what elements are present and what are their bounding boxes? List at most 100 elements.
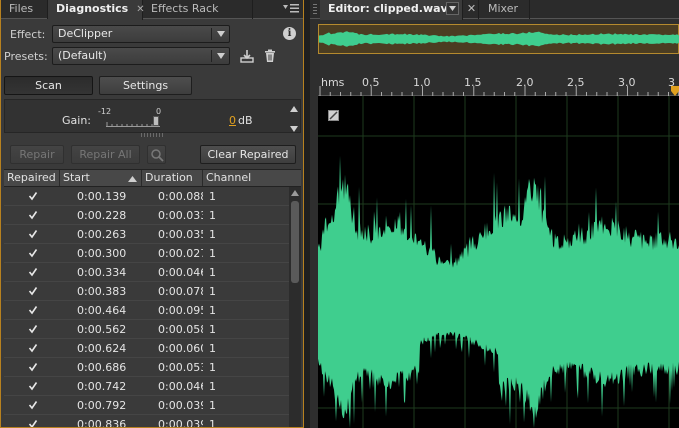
table-row[interactable]: 0:00.836 0:00.039 1 <box>4 415 289 427</box>
close-tab-icon[interactable]: ✕ <box>465 0 479 19</box>
waveform-display[interactable] <box>318 96 679 428</box>
scroll-up-icon[interactable] <box>291 190 299 196</box>
gain-scale-zero: 0 <box>156 107 162 116</box>
trash-icon[interactable] <box>262 48 278 64</box>
panel-grip-icon[interactable] <box>313 4 317 15</box>
table-row[interactable]: 0:00.792 0:00.039 1 <box>4 396 289 415</box>
table-row[interactable]: 0:00.300 0:00.027 1 <box>4 244 289 263</box>
tab-diagnostics-label: Diagnostics <box>56 2 129 15</box>
checkmark-icon[interactable] <box>28 248 38 258</box>
cell-channel: 1 <box>209 304 216 317</box>
sort-ascending-icon <box>128 176 137 182</box>
cell-channel: 1 <box>209 247 216 260</box>
checkmark-icon[interactable] <box>28 343 38 353</box>
scan-button[interactable]: Scan <box>4 76 93 95</box>
column-header-start-label: Start <box>63 171 90 184</box>
checkmark-icon[interactable] <box>28 229 38 239</box>
table-row[interactable]: 0:00.624 0:00.060 1 <box>4 339 289 358</box>
checkmark-icon[interactable] <box>28 419 38 427</box>
checkmark-icon[interactable] <box>28 381 38 391</box>
gain-scale-min: -12 <box>98 107 112 116</box>
scrollbar-thumb[interactable] <box>291 201 299 283</box>
table-row[interactable]: 0:00.464 0:00.095 1 <box>4 301 289 320</box>
checkmark-icon[interactable] <box>28 191 38 201</box>
scroll-down-icon[interactable] <box>290 122 298 132</box>
cell-start: 0:00.792 <box>77 399 127 412</box>
overview-waveform <box>319 31 679 47</box>
table-row[interactable]: 0:00.139 0:00.088 1 <box>4 187 289 206</box>
cell-duration: 0:00.039 <box>158 399 203 412</box>
tab-files[interactable]: Files <box>1 0 48 19</box>
cell-duration: 0:00.046 <box>158 380 203 393</box>
table-row[interactable]: 0:00.334 0:00.046 1 <box>4 263 289 282</box>
ruler-tick-label: 1.5 <box>464 76 482 89</box>
table-row[interactable]: 0:00.562 0:00.058 1 <box>4 320 289 339</box>
table-scrollbar[interactable] <box>289 187 301 427</box>
tab-effects-rack[interactable]: Effects Rack <box>143 0 253 19</box>
cell-channel: 1 <box>209 399 216 412</box>
gain-unit: dB <box>238 114 253 127</box>
column-header-repaired[interactable]: Repaired <box>4 170 60 186</box>
gain-settings-box: -12 0 Gain: 0 dB <box>4 99 301 133</box>
checkmark-icon[interactable] <box>28 362 38 372</box>
column-header-duration[interactable]: Duration <box>142 170 203 186</box>
checkmark-icon[interactable] <box>28 267 38 277</box>
scroll-up-icon[interactable] <box>290 102 298 112</box>
checkmark-icon[interactable] <box>28 400 38 410</box>
cell-duration: 0:00.058 <box>158 323 203 336</box>
settings-button[interactable]: Settings <box>99 76 192 95</box>
presets-dropdown[interactable]: (Default) <box>52 47 230 65</box>
ruler-tick-label: 1.0 <box>413 76 431 89</box>
cell-start: 0:00.686 <box>77 361 127 374</box>
tab-editor[interactable]: Editor: clipped.wav * <box>320 0 463 20</box>
tab-diagnostics[interactable]: Diagnostics ✕ <box>48 0 145 20</box>
tab-mixer[interactable]: Mixer <box>480 0 530 19</box>
info-icon[interactable]: i <box>283 27 296 40</box>
table-row[interactable]: 0:00.383 0:00.078 1 <box>4 282 289 301</box>
cell-start: 0:00.228 <box>77 209 127 222</box>
gain-slider-thumb[interactable] <box>153 116 159 126</box>
dropdown-separator <box>211 50 212 62</box>
cell-start: 0:00.334 <box>77 266 127 279</box>
zoom-to-selection-button[interactable] <box>147 145 166 164</box>
chevron-down-icon <box>217 53 225 59</box>
repair-button[interactable]: Repair <box>10 145 64 164</box>
table-row[interactable]: 0:00.263 0:00.035 1 <box>4 225 289 244</box>
checkmark-icon[interactable] <box>28 305 38 315</box>
cell-duration: 0:00.053 <box>158 361 203 374</box>
editor-panel: Editor: clipped.wav * ✕ Mixer hms 0.5 1.… <box>310 0 679 428</box>
cell-duration: 0:00.033 <box>158 209 203 222</box>
cell-start: 0:00.300 <box>77 247 127 260</box>
hud-toggle-icon[interactable] <box>328 110 339 121</box>
resize-grip[interactable] <box>141 133 165 137</box>
checkmark-icon[interactable] <box>28 286 38 296</box>
column-header-start[interactable]: Start <box>60 170 142 186</box>
clear-repaired-button[interactable]: Clear Repaired <box>200 145 296 164</box>
cell-duration: 0:00.046 <box>158 266 203 279</box>
chevron-down-icon <box>449 6 456 11</box>
checkmark-icon[interactable] <box>28 324 38 334</box>
gain-slider[interactable] <box>106 118 160 127</box>
save-preset-icon[interactable] <box>239 48 255 64</box>
table-row[interactable]: 0:00.742 0:00.046 1 <box>4 377 289 396</box>
diagnostics-panel: Files Diagnostics ✕ Effects Rack Effect: … <box>0 0 304 428</box>
repair-all-button[interactable]: Repair All <box>71 145 140 164</box>
timeline-ruler[interactable]: hms 0.5 1.0 1.5 2.0 2.5 3.0 3 <box>318 72 679 96</box>
column-header-channel[interactable]: Channel <box>203 170 301 186</box>
table-row[interactable]: 0:00.686 0:00.053 1 <box>4 358 289 377</box>
cell-duration: 0:00.027 <box>158 247 203 260</box>
gain-label: Gain: <box>62 114 91 127</box>
gain-value[interactable]: 0 <box>229 114 236 127</box>
ruler-tick-label: 2.0 <box>516 76 534 89</box>
checkmark-icon[interactable] <box>28 210 38 220</box>
effect-dropdown[interactable]: DeClipper <box>52 25 230 43</box>
file-dropdown-button[interactable] <box>446 2 459 15</box>
editor-tab-bar: Editor: clipped.wav * ✕ Mixer <box>310 0 679 20</box>
cell-channel: 1 <box>209 266 216 279</box>
waveform-overview[interactable] <box>318 24 679 54</box>
chevron-down-icon <box>217 31 225 37</box>
presets-label: Presets: <box>4 50 48 63</box>
panel-menu-icon[interactable] <box>282 2 300 16</box>
table-row[interactable]: 0:00.228 0:00.033 1 <box>4 206 289 225</box>
magnify-icon <box>150 149 164 162</box>
